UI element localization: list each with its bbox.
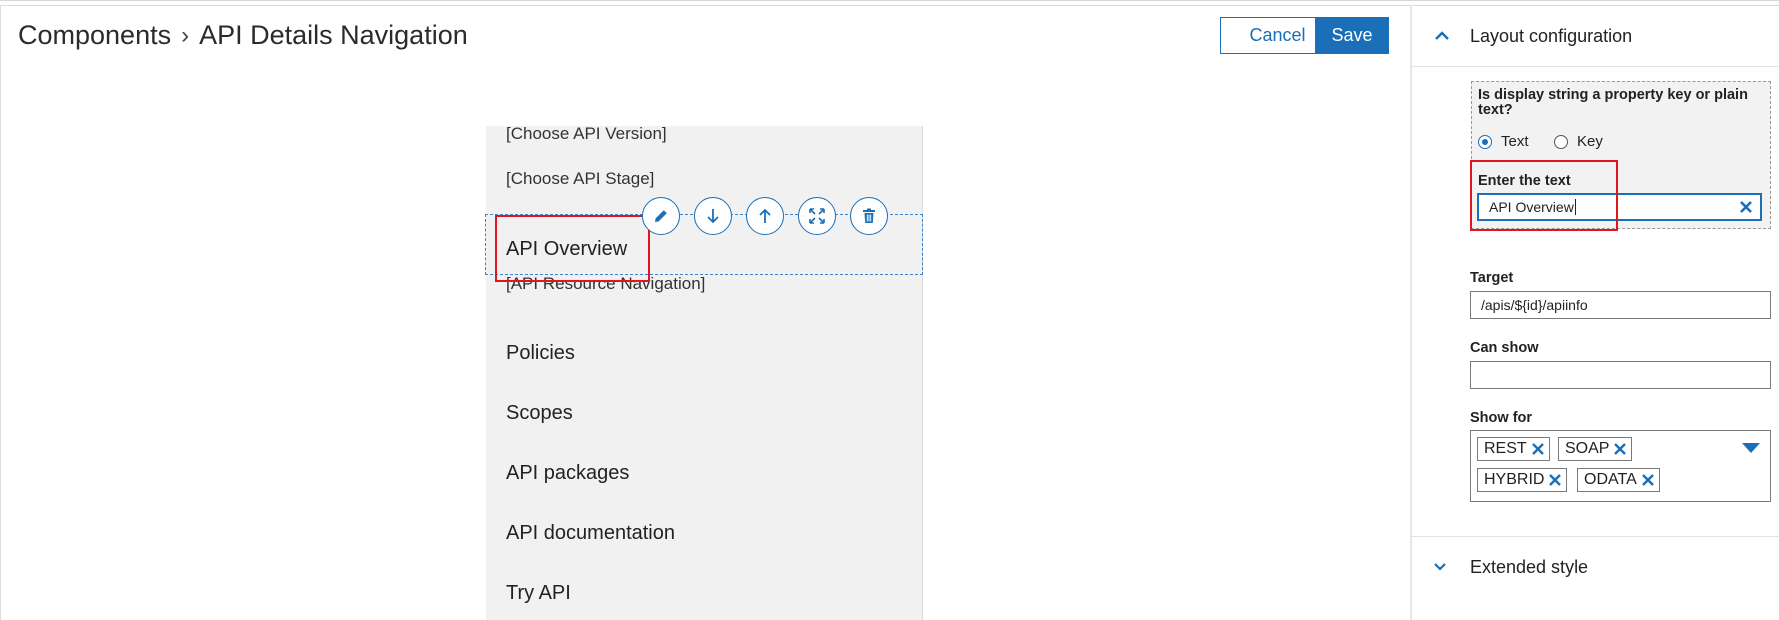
can-show-input[interactable] [1470, 361, 1771, 389]
tag-hybrid: HYBRID [1477, 468, 1568, 492]
delete-icon[interactable] [850, 197, 888, 235]
display-string-question: Is display string a property key or plai… [1478, 87, 1748, 118]
breadcrumb: Components › API Details Navigation [18, 20, 468, 51]
highlight-annotation-sidebar [1470, 160, 1618, 231]
window-left-border [0, 5, 1, 620]
layout-configuration-header[interactable]: Layout configuration [1412, 5, 1779, 67]
section-divider [1412, 66, 1779, 67]
nav-item-api-documentation[interactable]: API documentation [506, 522, 675, 545]
nav-item-policies[interactable]: Policies [506, 342, 575, 365]
clear-icon[interactable] [1738, 199, 1754, 215]
target-input[interactable]: /apis/${id}/apiinfo [1470, 291, 1771, 319]
radio-key-option[interactable]: Key [1554, 133, 1603, 150]
tag-odata: ODATA [1577, 468, 1660, 492]
nav-item-try-api[interactable]: Try API [506, 582, 571, 605]
highlight-annotation-canvas [495, 215, 650, 282]
tag-rest-label: REST [1484, 440, 1527, 457]
radio-key-label: Key [1577, 133, 1603, 150]
extended-style-header[interactable]: Extended style [1412, 536, 1779, 598]
remove-tag-icon[interactable] [1531, 442, 1545, 456]
nav-item-choose-api-stage[interactable]: [Choose API Stage] [506, 169, 654, 189]
nav-item-choose-api-version[interactable]: [Choose API Version] [506, 124, 667, 144]
remove-tag-icon[interactable] [1548, 473, 1562, 487]
show-for-label: Show for [1470, 410, 1533, 426]
chevron-down-icon [1434, 563, 1446, 571]
extended-style-title: Extended style [1470, 556, 1589, 577]
tag-soap-label: SOAP [1565, 440, 1610, 457]
can-show-label: Can show [1470, 340, 1539, 356]
show-for-multiselect[interactable]: REST SOAP HYBRID ODATA [1470, 430, 1771, 502]
chevron-up-icon [1435, 31, 1449, 40]
radio-text[interactable] [1478, 134, 1492, 149]
expand-icon[interactable] [798, 197, 836, 235]
target-label: Target [1470, 270, 1514, 286]
radio-key[interactable] [1554, 134, 1568, 149]
page-title: API Details Navigation [199, 20, 468, 50]
tag-odata-label: ODATA [1584, 471, 1637, 488]
nav-item-api-packages[interactable]: API packages [506, 462, 629, 485]
remove-tag-icon[interactable] [1641, 473, 1655, 487]
breadcrumb-separator: › [181, 21, 190, 49]
move-up-icon[interactable] [746, 197, 784, 235]
remove-tag-icon[interactable] [1613, 442, 1627, 456]
save-button[interactable]: Save [1315, 17, 1389, 54]
sidebar-divider [1410, 5, 1412, 620]
target-value: /apis/${id}/apiinfo [1481, 297, 1588, 313]
tag-rest: REST [1477, 437, 1550, 461]
edit-icon[interactable] [642, 197, 680, 235]
tag-hybrid-label: HYBRID [1484, 471, 1545, 488]
radio-text-option[interactable]: Text [1478, 133, 1529, 150]
layout-configuration-title: Layout configuration [1470, 25, 1633, 46]
nav-item-scopes[interactable]: Scopes [506, 402, 573, 425]
move-down-icon[interactable] [694, 197, 732, 235]
dropdown-caret-icon[interactable] [1742, 443, 1760, 453]
breadcrumb-root[interactable]: Components [18, 20, 171, 51]
tag-soap: SOAP [1558, 437, 1633, 461]
window-top-border [0, 0, 1779, 1]
radio-text-label: Text [1501, 133, 1529, 150]
